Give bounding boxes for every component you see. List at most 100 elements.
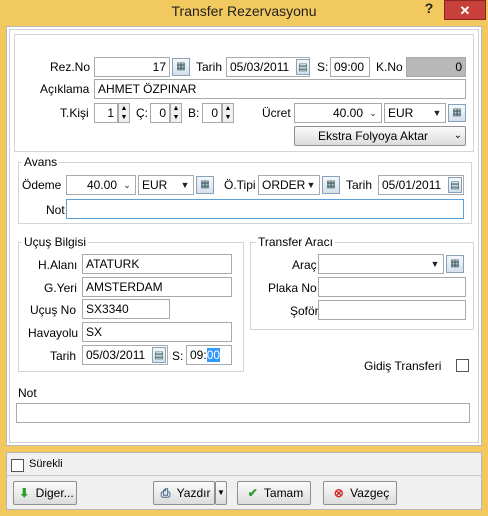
saat-label: S: [317, 60, 329, 74]
ekstra-folyo-label: Ekstra Folyoya Aktar [317, 129, 429, 143]
otipi-lookup-icon[interactable]: ▦ [322, 176, 340, 194]
printer-icon: ⎙ [160, 486, 171, 500]
cocuk-field[interactable]: 0 [150, 103, 170, 123]
avans-not-field[interactable] [66, 199, 464, 219]
odeme-lookup-icon[interactable]: ▦ [196, 176, 214, 194]
ucus-saat-field[interactable]: 09:00 [186, 345, 232, 365]
ucus-title: Uçuş Bilgisi [22, 235, 89, 249]
ucus-saat-hours: 09: [190, 348, 207, 362]
vazgec-label: Vazgeç [350, 486, 390, 500]
dropdown-arrow-icon[interactable]: ▼ [178, 177, 192, 193]
button-bar: Sürekli ⬇ Diger... ⎙ Yazdır ▼ ✔ Tamam ⊗ … [6, 452, 482, 510]
gyeri-label: G.Yeri [44, 281, 77, 295]
yazdir-dropdown-button[interactable]: ▼ [215, 481, 227, 505]
chevron-down-icon[interactable]: ⌄ [366, 105, 380, 121]
form-inner-frame: Rez.No 17 ▦ Tarih 05/03/2011 ▤ S: 09:00 … [9, 29, 479, 443]
kno-label: K.No [376, 60, 403, 74]
kno-field: 0 [406, 57, 466, 77]
odeme-label: Ödeme [22, 178, 62, 192]
arac-title: Transfer Aracı [256, 235, 335, 249]
havayolu-label: Havayolu [28, 326, 79, 340]
dropdown-arrow-icon[interactable]: ▼ [428, 256, 442, 272]
dropdown-arrow-icon[interactable]: ▼ [304, 177, 318, 193]
currency-lookup-icon[interactable]: ▦ [448, 104, 466, 122]
dropdown-arrow-icon[interactable]: ▼ [430, 105, 444, 121]
tarih-label: Tarih [196, 60, 223, 74]
tkisi-label: T.Kişi [60, 106, 89, 120]
cocuk-label: Ç: [136, 106, 148, 120]
divider [7, 475, 481, 476]
ucusno-label: Uçuş No [30, 303, 77, 317]
yazdir-button[interactable]: ⎙ Yazdır [153, 481, 215, 505]
cancel-icon: ⊗ [333, 486, 344, 500]
vazgec-button[interactable]: ⊗ Vazgeç [323, 481, 397, 505]
gidis-transferi-checkbox[interactable] [456, 359, 469, 372]
ucret-value: 40.00 [332, 106, 363, 120]
help-button[interactable]: ? [420, 0, 438, 18]
calendar-icon[interactable]: ▤ [152, 347, 166, 363]
ucret-label: Ücret [262, 106, 291, 120]
halani-field[interactable]: ATATURK [82, 254, 232, 274]
rez-no-label: Rez.No [50, 60, 91, 74]
tkisi-spinner[interactable]: ▲ ▼ [118, 103, 130, 123]
close-button[interactable]: ✕ [444, 0, 486, 20]
sofor-field[interactable] [318, 300, 466, 320]
sofor-label: Şoför [290, 304, 319, 318]
odeme-field[interactable]: 40.00 ⌄ [66, 175, 136, 195]
halani-label: H.Alanı [38, 258, 78, 272]
bebek-field[interactable]: 0 [202, 103, 222, 123]
not-field[interactable] [16, 403, 470, 423]
plaka-label: Plaka No [268, 281, 317, 295]
bebek-spinner[interactable]: ▲ ▼ [222, 103, 234, 123]
rez-no-field[interactable]: 17 [94, 57, 170, 77]
checkmark-icon: ✔ [247, 486, 258, 500]
aciklama-label: Açıklama [40, 82, 90, 96]
ucus-saat-minutes-selected: 00 [206, 348, 221, 362]
odeme-value: 40.00 [86, 178, 117, 192]
gidis-transferi-label: Gidiş Transferi [364, 359, 442, 373]
dialog-window: Transfer Rezervasyonu ? ✕ Rez.No 17 ▦ Ta… [0, 0, 488, 516]
surekli-checkbox[interactable] [11, 459, 24, 472]
avans-title: Avans [22, 155, 60, 169]
ucusno-field[interactable]: SX3340 [82, 299, 170, 319]
arac-label: Araç [292, 258, 317, 272]
not-label: Not [18, 386, 37, 400]
ucret-currency-select[interactable]: EUR ▼ [384, 103, 446, 123]
ekstra-folyo-button[interactable]: Ekstra Folyoya Aktar ⌄ [294, 126, 466, 146]
gyeri-field[interactable]: AMSTERDAM [82, 277, 232, 297]
tkisi-field[interactable]: 1 [94, 103, 118, 123]
bebek-label: B: [188, 106, 200, 120]
odeme-currency-select[interactable]: EUR ▼ [138, 175, 194, 195]
calendar-icon[interactable]: ▤ [296, 59, 310, 75]
avans-tarih-label: Tarih [346, 178, 373, 192]
cocuk-spinner[interactable]: ▲ ▼ [170, 103, 182, 123]
calendar-icon[interactable]: ▤ [448, 177, 462, 193]
arrow-down-icon: ⬇ [19, 486, 30, 500]
arac-lookup-icon[interactable]: ▦ [446, 255, 464, 273]
window-title: Transfer Rezervasyonu [171, 3, 317, 19]
otipi-value: ORDER [262, 178, 306, 192]
avans-not-label: Not [46, 203, 65, 217]
yazdir-label: Yazdır [176, 486, 211, 500]
ucus-tarih-label: Tarih [50, 349, 77, 363]
odeme-currency-value: EUR [142, 178, 168, 192]
diger-button[interactable]: ⬇ Diger... [13, 481, 77, 505]
surekli-label: Sürekli [29, 458, 63, 470]
form-area: Rez.No 17 ▦ Tarih 05/03/2011 ▤ S: 09:00 … [6, 26, 482, 446]
otipi-select[interactable]: ORDER ▼ [258, 175, 320, 195]
arac-select[interactable]: ▼ [318, 254, 444, 274]
ucus-saat-label: S: [172, 349, 184, 363]
title-bar[interactable]: Transfer Rezervasyonu ? ✕ [0, 0, 488, 24]
aciklama-field[interactable]: AHMET ÖZPINAR [94, 79, 466, 99]
havayolu-field[interactable]: SX [82, 322, 232, 342]
diger-label: Diger... [35, 486, 74, 500]
ucret-currency-value: EUR [388, 106, 414, 120]
otipi-label: Ö.Tipi [224, 178, 256, 192]
ucret-field[interactable]: 40.00 ⌄ [294, 103, 382, 123]
tamam-button[interactable]: ✔ Tamam [237, 481, 311, 505]
plaka-field[interactable] [318, 277, 466, 297]
chevron-down-icon[interactable]: ⌄ [120, 177, 134, 193]
rez-lookup-icon[interactable]: ▦ [172, 58, 190, 76]
tamam-label: Tamam [263, 486, 304, 500]
saat-field[interactable]: 09:00 [330, 57, 370, 77]
